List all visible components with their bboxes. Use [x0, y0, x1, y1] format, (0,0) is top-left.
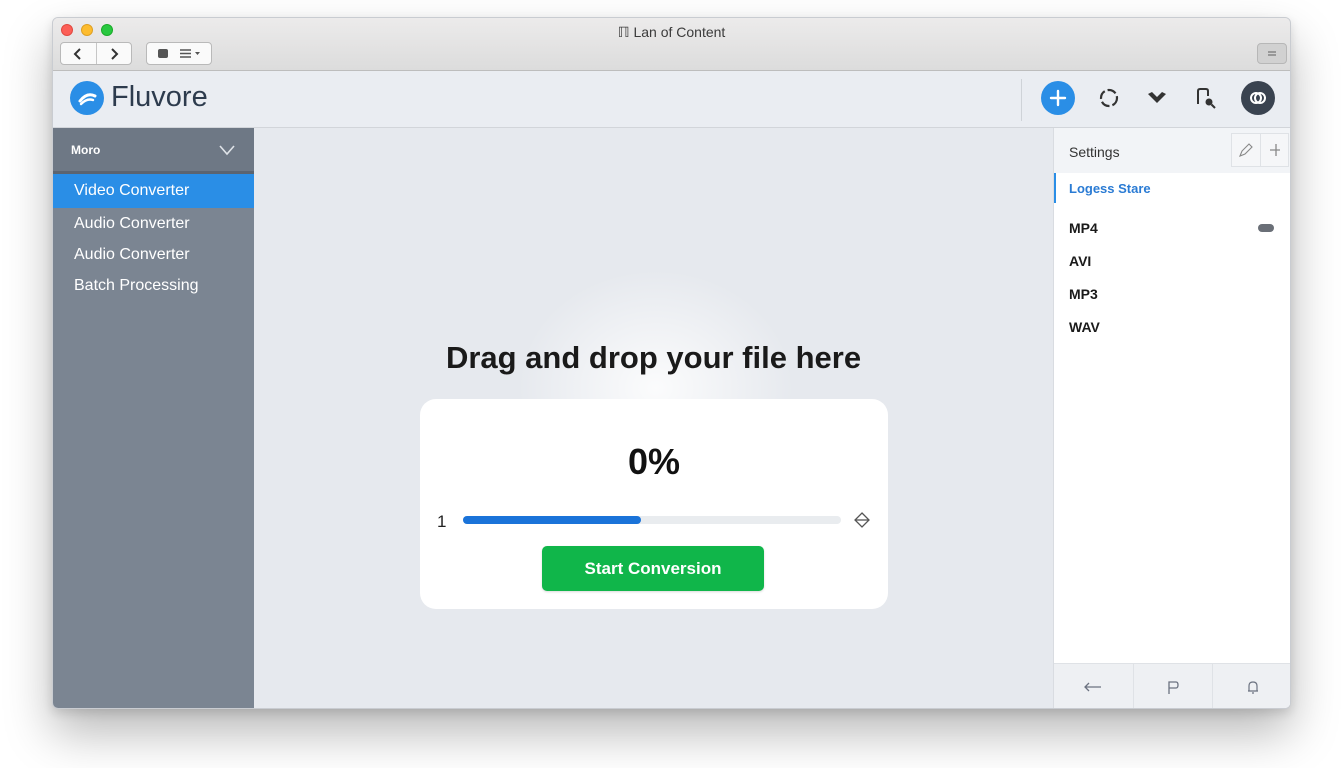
drop-instructions: Drag and drop your file here — [445, 340, 862, 375]
bell-icon — [1247, 681, 1258, 694]
window-title: ℿ Lan of Content — [617, 24, 726, 40]
toggle-icon[interactable] — [1257, 223, 1275, 233]
search-icon — [1197, 88, 1216, 109]
settings-section-label[interactable]: Logess Stare — [1054, 173, 1290, 203]
back-footer-button[interactable] — [1054, 664, 1133, 708]
sidebar-item-label: Video Converter — [74, 182, 190, 199]
sidebar-toggle-icon[interactable] — [157, 48, 169, 59]
file-count: 1 — [437, 512, 447, 531]
app-window: ℿ Lan of Content Fluvore Moro Video Conv… — [52, 17, 1291, 709]
settings-tools — [1231, 133, 1289, 167]
pin-icon — [1269, 144, 1280, 156]
chevron-right-icon — [111, 47, 119, 60]
settings-header: Settings — [1054, 128, 1290, 173]
sidebar-item-label: Audio Converter — [74, 214, 190, 232]
flag-footer-button[interactable] — [1132, 664, 1213, 708]
sync-icon — [1099, 88, 1119, 108]
wave-logo-icon — [78, 93, 97, 106]
format-label: MP3 — [1069, 285, 1098, 302]
progress-bar — [463, 516, 841, 524]
profile-button[interactable] — [1241, 81, 1275, 115]
view-options[interactable] — [146, 42, 212, 65]
list-view-icon[interactable] — [179, 48, 201, 59]
pen-icon — [1239, 143, 1253, 157]
format-label: AVI — [1069, 252, 1092, 269]
back-button[interactable] — [61, 43, 96, 64]
plus-icon — [1049, 89, 1067, 107]
format-label: WAV — [1069, 318, 1100, 335]
forward-button[interactable] — [95, 43, 132, 64]
sidebar-header[interactable]: Moro — [53, 128, 254, 174]
arrow-left-icon — [1084, 682, 1102, 692]
sidebar-item-batch-processing[interactable]: Batch Processing — [53, 270, 254, 301]
format-select-button[interactable] — [854, 512, 870, 533]
header-divider — [1021, 79, 1022, 121]
search-button[interactable] — [1189, 81, 1223, 115]
left-sidebar: Moro Video Converter Audio Converter Aud… — [53, 128, 254, 708]
profile-icon — [1250, 92, 1266, 104]
sync-button[interactable] — [1092, 81, 1126, 115]
flag-icon — [1168, 681, 1179, 694]
format-label: MP4 — [1069, 219, 1098, 236]
notifications-footer-button[interactable] — [1212, 664, 1290, 708]
format-list: MP4 AVI MP3 WAV — [1054, 211, 1290, 343]
conversion-card: 0% 1 Start Conversion — [420, 399, 888, 609]
app-header: Fluvore — [53, 71, 1290, 128]
edit-settings-button[interactable] — [1232, 134, 1260, 166]
toolbar-menu-button[interactable] — [1257, 43, 1287, 64]
chevron-down-icon[interactable] — [218, 144, 236, 156]
sidebar-item-audio-converter-2[interactable]: Audio Converter — [53, 239, 254, 270]
settings-title: Settings — [1069, 144, 1120, 160]
chevron-left-icon — [73, 47, 81, 60]
download-icon — [1148, 92, 1166, 103]
format-item-avi[interactable]: AVI — [1054, 244, 1290, 277]
progress-fill — [463, 516, 641, 524]
fluvore-logo — [70, 81, 104, 115]
diamond-icon — [854, 512, 870, 528]
settings-footer — [1054, 663, 1290, 708]
title-bar: ℿ Lan of Content — [53, 18, 1290, 71]
history-nav — [60, 42, 132, 65]
sidebar-item-audio-converter[interactable]: Audio Converter — [53, 208, 254, 239]
settings-panel: Settings Logess Stare MP4 AVI MP3 WAV — [1053, 128, 1290, 708]
sidebar-item-label: Batch Processing — [74, 276, 199, 294]
pin-settings-button[interactable] — [1260, 134, 1288, 166]
start-conversion-button[interactable]: Start Conversion — [542, 546, 764, 591]
sidebar-item-label: Audio Converter — [74, 245, 190, 263]
menu-icon — [1268, 50, 1276, 56]
sidebar-item-video-converter[interactable]: Video Converter — [53, 174, 254, 208]
sidebar-header-label: Moro — [71, 142, 101, 157]
format-item-mp3[interactable]: MP3 — [1054, 277, 1290, 310]
format-item-wav[interactable]: WAV — [1054, 310, 1290, 343]
download-button[interactable] — [1140, 81, 1174, 115]
progress-percent: 0% — [627, 441, 681, 482]
brand-name: Fluvore — [111, 81, 208, 113]
add-file-button[interactable] — [1041, 81, 1075, 115]
format-item-mp4[interactable]: MP4 — [1054, 211, 1290, 244]
drop-zone[interactable]: Drag and drop your file here 0% 1 Start … — [254, 128, 1053, 708]
